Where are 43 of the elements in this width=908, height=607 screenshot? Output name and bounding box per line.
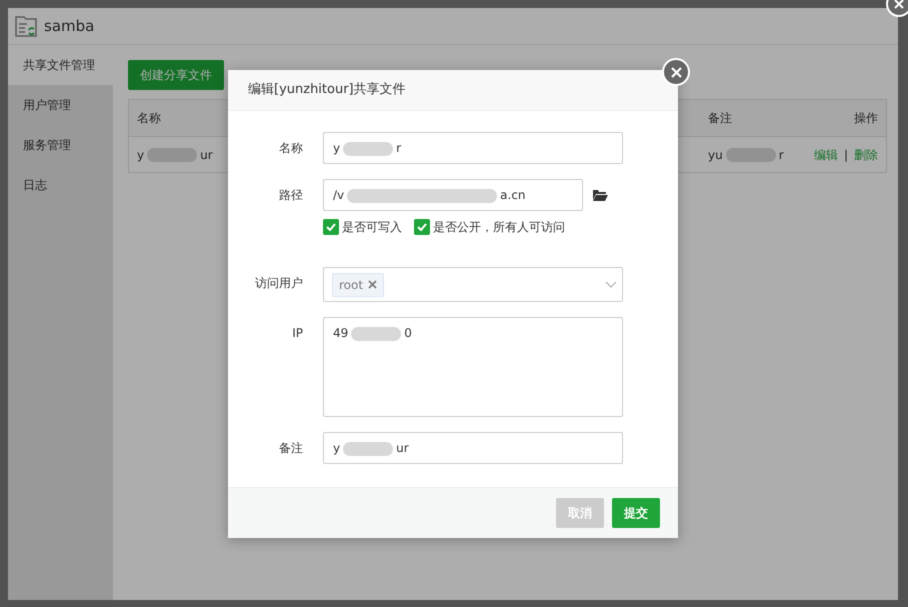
column-header: 备注 [708, 110, 733, 127]
field-label: 路径 [278, 187, 304, 204]
close-icon [894, 0, 904, 9]
table-cell: ur [200, 148, 213, 162]
sidebar-item[interactable]: 日志 [8, 165, 113, 205]
checkbox[interactable] [414, 219, 430, 235]
input-field[interactable]: y r [323, 132, 623, 164]
sidebar-item[interactable]: 共享文件管理 [8, 45, 113, 85]
column-header: 名称 [137, 110, 162, 127]
blurred-text [147, 148, 198, 162]
select-field[interactable]: root [323, 267, 623, 302]
chevron-down-icon [605, 281, 617, 288]
field-label: IP [291, 325, 304, 342]
table-cell: r [778, 148, 784, 162]
checkbox-label: 是否可写入 [342, 219, 402, 236]
input-field[interactable]: y ur [323, 432, 623, 464]
close-icon [670, 66, 682, 78]
field-label: 备注 [278, 440, 304, 457]
column-header: 操作 [853, 110, 878, 127]
user-tag[interactable]: root [332, 272, 384, 296]
window-title: samba [44, 16, 94, 37]
table-cell: yu [708, 148, 723, 162]
input-field[interactable]: /v a.cn [323, 179, 583, 211]
field-label: 访问用户 [254, 275, 304, 292]
text-area[interactable]: 49 0 [323, 317, 623, 417]
submit-button[interactable]: 提交 [612, 498, 660, 528]
field-label: 名称 [278, 140, 304, 157]
blurred-text [343, 442, 394, 456]
separator-text: | [844, 146, 848, 164]
sidebar-item[interactable]: 用户管理 [8, 85, 113, 125]
table-cell: y [137, 148, 144, 162]
blurred-text [351, 326, 402, 341]
dialog-title: 编辑[yunzhitour]共享文件 [228, 70, 678, 111]
check-icon [417, 223, 427, 231]
folder-sync-icon [14, 14, 38, 38]
folder-icon[interactable] [593, 189, 608, 201]
blurred-text [726, 148, 776, 162]
blurred-text [343, 142, 394, 156]
sidebar-item[interactable]: 服务管理 [8, 125, 113, 165]
remove-icon [368, 280, 378, 289]
checkbox[interactable] [323, 219, 339, 235]
check-icon [326, 223, 336, 231]
checkbox-label: 是否公开，所有人可访问 [433, 219, 565, 236]
